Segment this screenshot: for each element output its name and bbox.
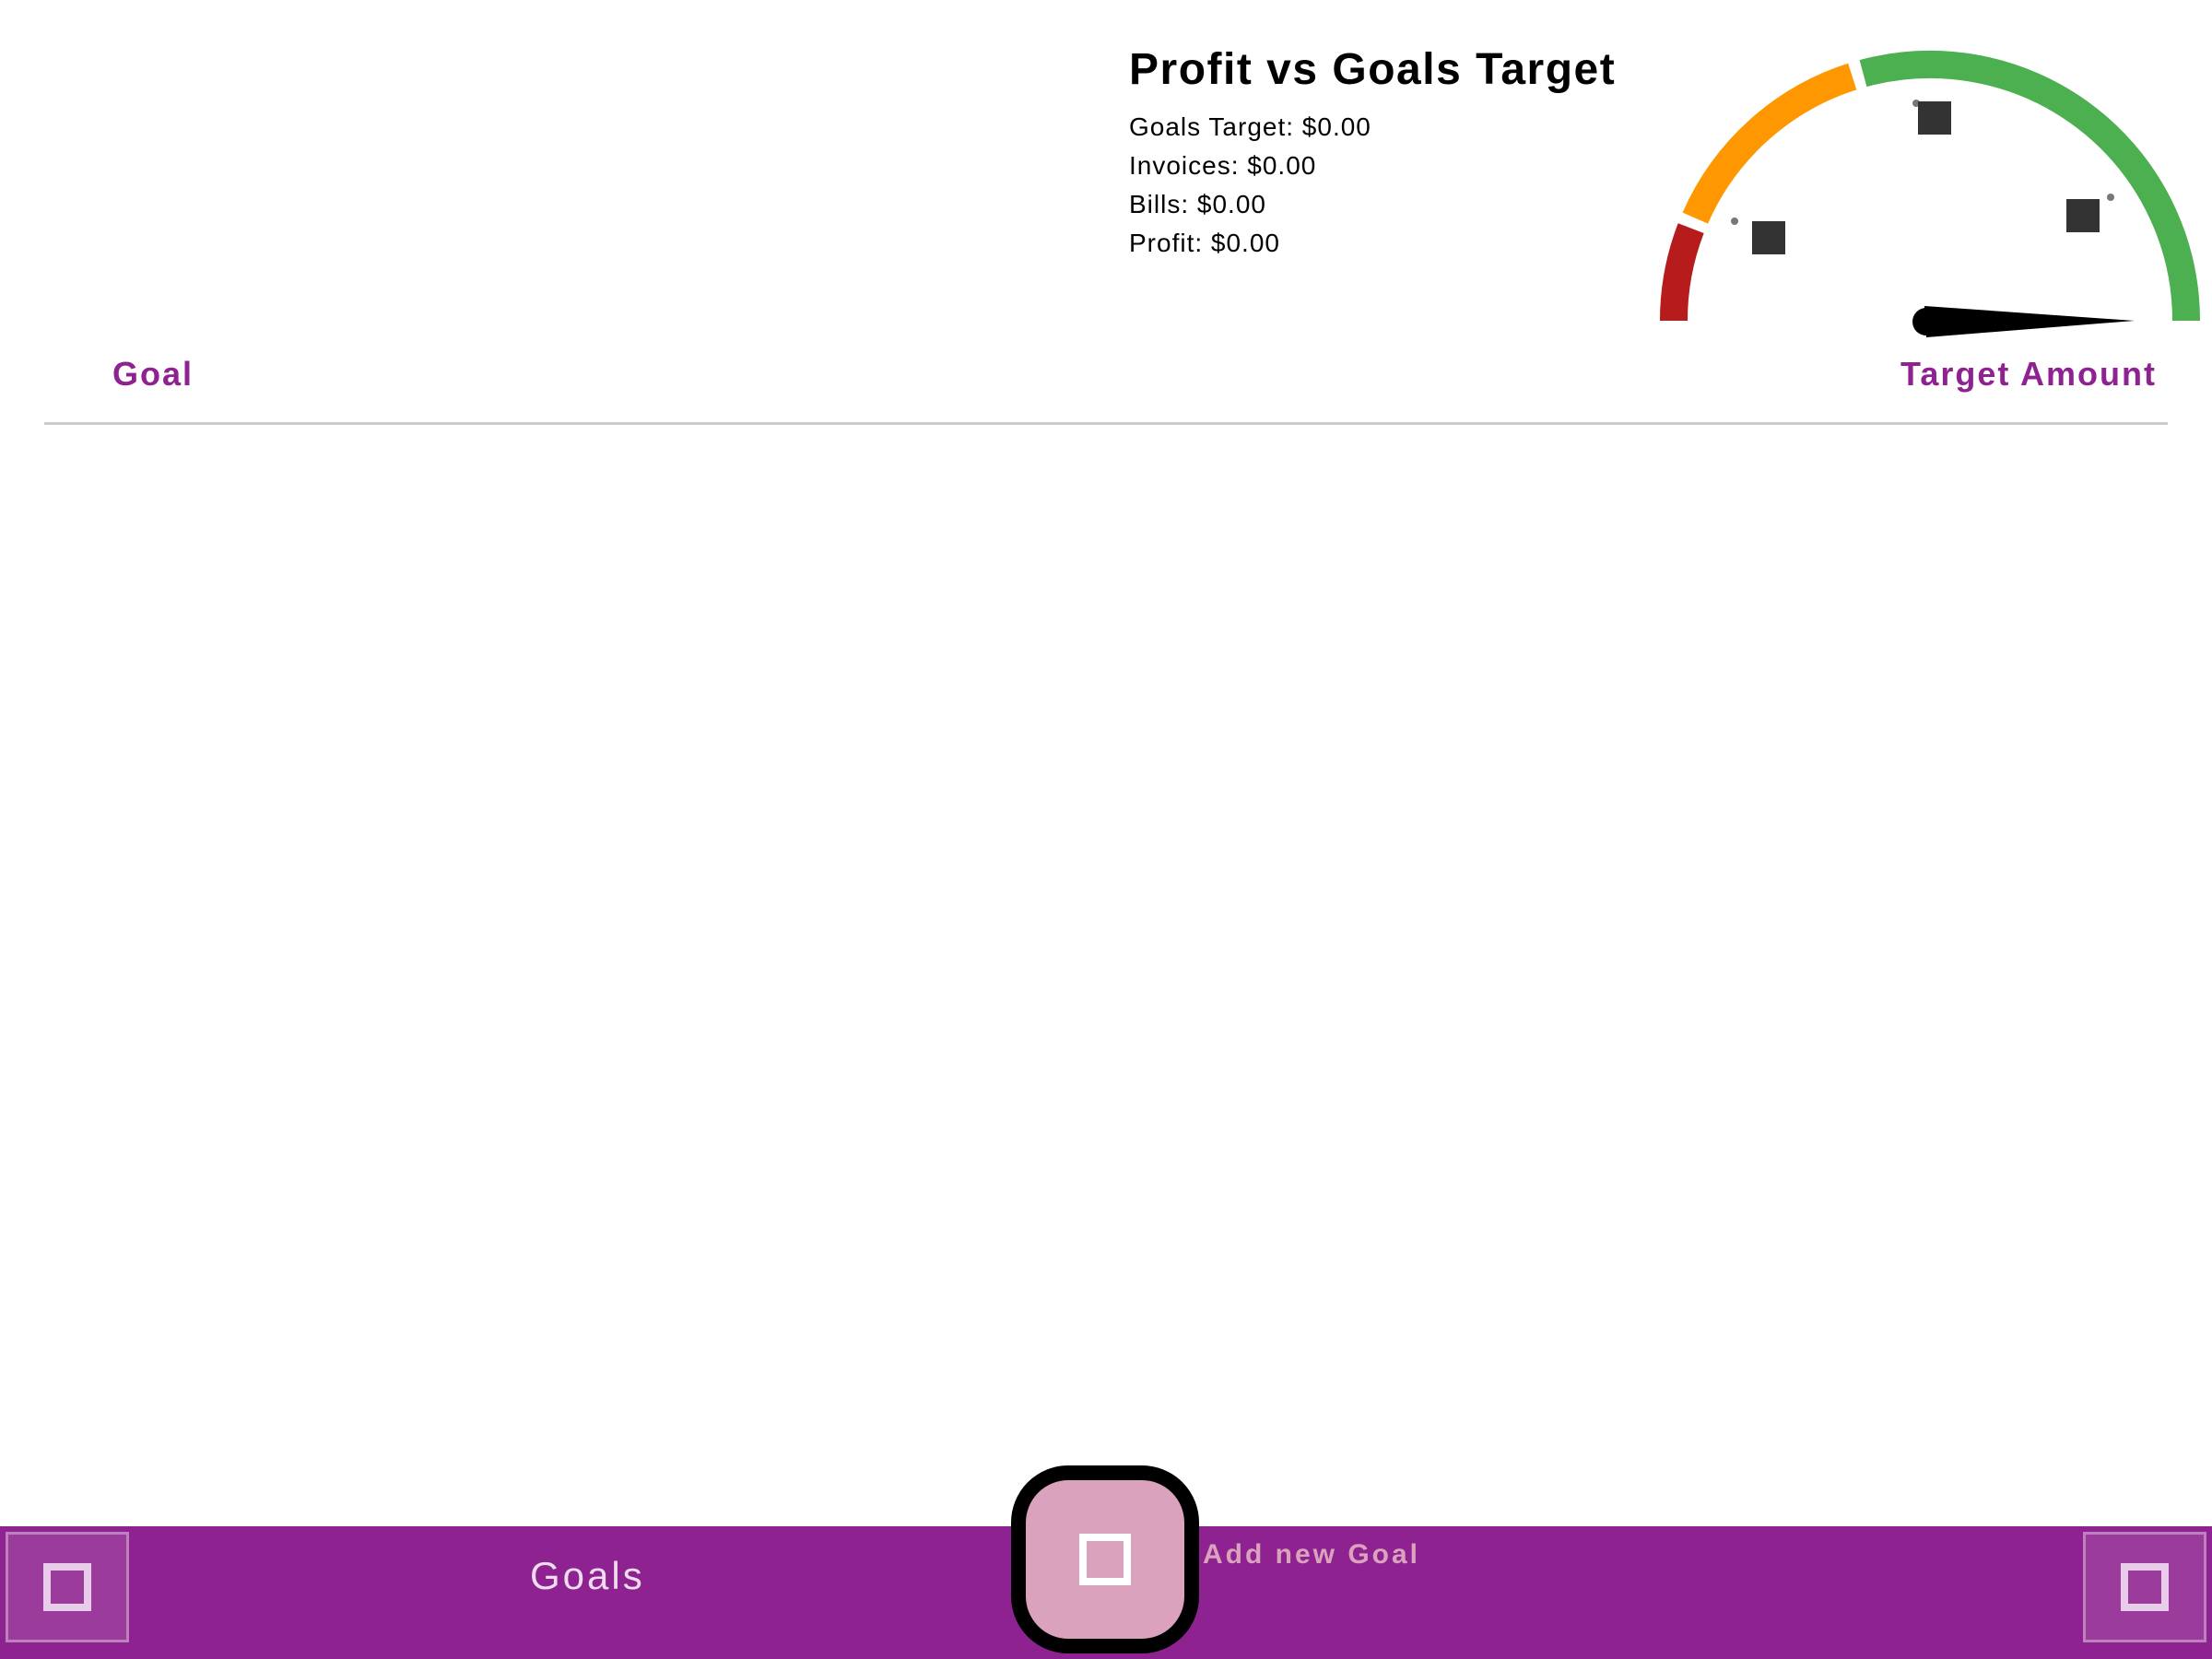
summary-title: Profit vs Goals Target bbox=[1129, 45, 1617, 94]
gauge-marker bbox=[1918, 101, 1951, 135]
gauge-zone-high bbox=[1859, 51, 2200, 322]
column-header-target-amount[interactable]: Target Amount bbox=[1900, 355, 2157, 394]
square-icon bbox=[1079, 1534, 1131, 1585]
gauge-needle bbox=[1912, 306, 2135, 337]
add-goal-button[interactable] bbox=[1011, 1465, 1199, 1653]
gauge-zone-low bbox=[1659, 223, 1704, 322]
gauge-marker bbox=[1752, 221, 1785, 254]
options-button[interactable] bbox=[2083, 1532, 2206, 1642]
square-icon bbox=[2121, 1563, 2169, 1611]
column-header-goal[interactable]: Goal bbox=[112, 355, 194, 394]
goals-target-value: Goals Target: $0.00 bbox=[1129, 112, 1371, 141]
menu-button[interactable] bbox=[6, 1532, 129, 1642]
gauge-marker bbox=[2066, 199, 2100, 232]
gauge-zone-mid bbox=[1682, 63, 1857, 224]
bills-value: Bills: $0.00 bbox=[1129, 190, 1266, 218]
square-icon bbox=[43, 1563, 91, 1611]
header-divider bbox=[44, 422, 2168, 425]
gauge-tick-dot bbox=[1731, 218, 1738, 225]
profit-gauge bbox=[1648, 37, 2212, 350]
gauge-tick-dot bbox=[2107, 194, 2114, 201]
add-goal-label[interactable]: Add new Goal bbox=[1203, 1539, 1420, 1571]
profit-summary: Profit vs Goals Target Goals Target: $0.… bbox=[1129, 44, 1617, 263]
invoices-value: Invoices: $0.00 bbox=[1129, 151, 1317, 180]
goals-screen: Profit vs Goals Target Goals Target: $0.… bbox=[0, 0, 2212, 1659]
profit-value: Profit: $0.00 bbox=[1129, 229, 1280, 257]
page-title: Goals bbox=[530, 1554, 645, 1597]
